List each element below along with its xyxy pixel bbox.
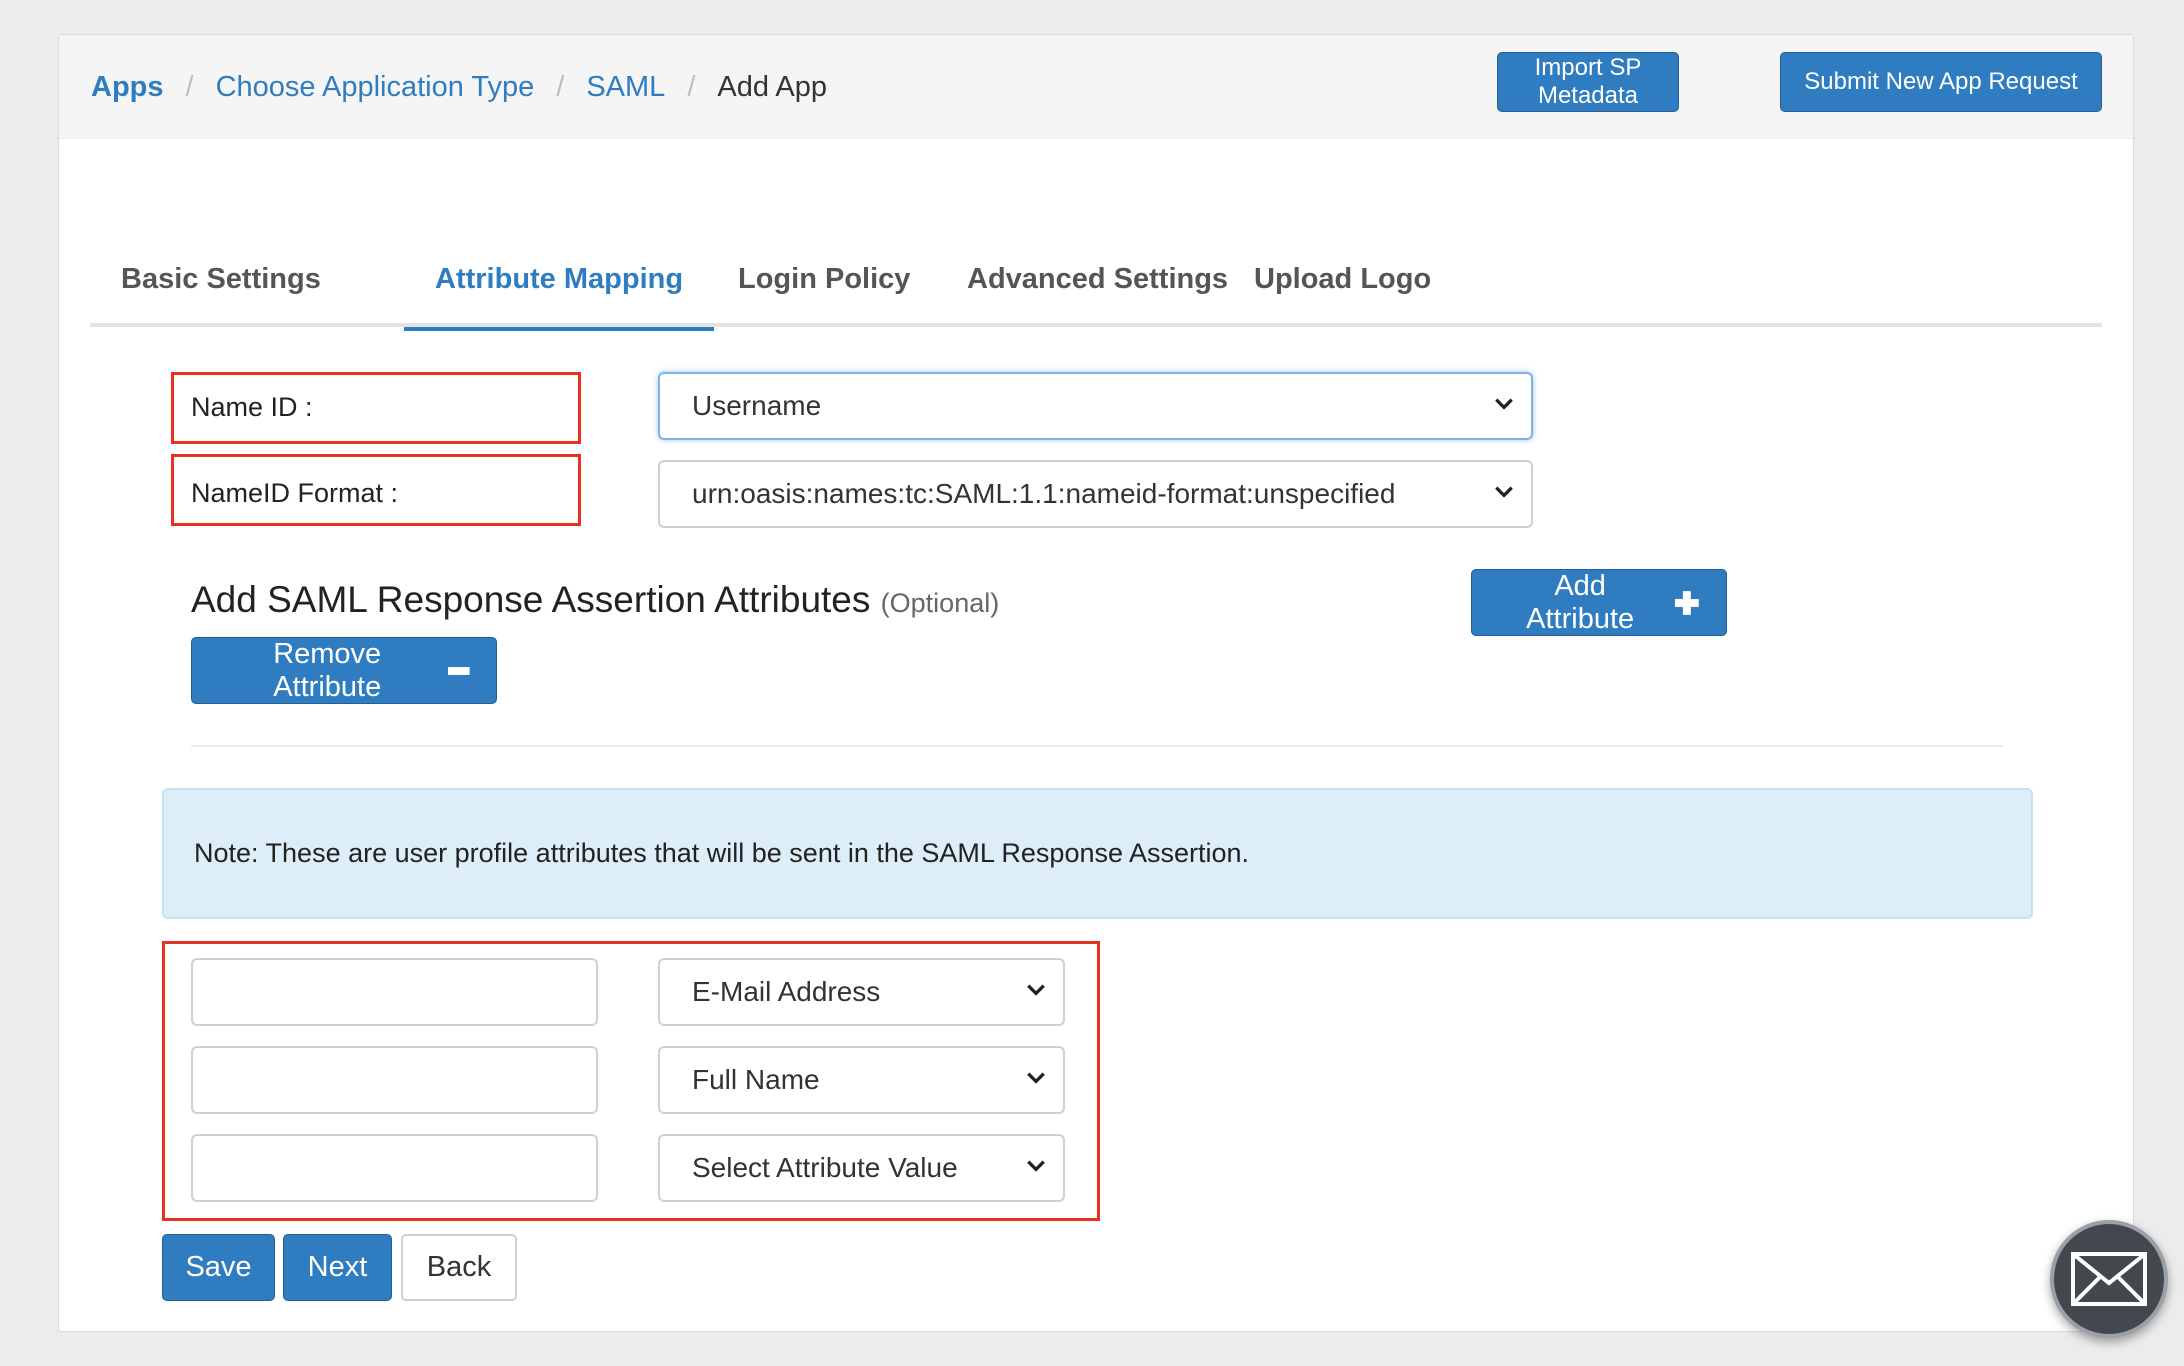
name-id-label: Name ID : — [191, 392, 313, 422]
name-id-select[interactable]: Username — [658, 372, 1533, 440]
nameid-format-select-value: urn:oasis:names:tc:SAML:1.1:nameid-forma… — [692, 478, 1396, 509]
tab-upload-logo[interactable]: Upload Logo — [1223, 263, 1462, 316]
envelope-icon — [2071, 1252, 2147, 1306]
attribute-name-input[interactable] — [191, 1134, 598, 1202]
breadcrumb-add-app: Add App — [717, 71, 828, 103]
chevron-down-icon — [1495, 486, 1513, 498]
add-attribute-label: Add Attribute — [1526, 569, 1635, 635]
add-attribute-button[interactable]: Add Attribute — [1471, 569, 1727, 636]
optional-label: (Optional) — [880, 588, 1000, 618]
tab-login-policy[interactable]: Login Policy — [707, 263, 941, 316]
remove-attribute-button[interactable]: Remove Attribute — [191, 637, 497, 704]
tab-attribute-mapping[interactable]: Attribute Mapping — [404, 263, 715, 331]
attribute-value-select[interactable]: Full Name — [658, 1046, 1065, 1114]
submit-new-app-request-button[interactable]: Submit New App Request — [1780, 52, 2102, 112]
attributes-section-title: Add SAML Response Assertion Attributes (… — [191, 579, 999, 621]
name-id-select-value: Username — [692, 390, 822, 421]
next-button[interactable]: Next — [283, 1234, 392, 1301]
breadcrumb: Apps / Choose Application Type / SAML / … — [91, 71, 827, 104]
import-sp-metadata-button[interactable]: Import SP Metadata — [1497, 52, 1679, 112]
nameid-format-select[interactable]: urn:oasis:names:tc:SAML:1.1:nameid-forma… — [658, 460, 1533, 528]
tab-advanced-settings[interactable]: Advanced Settings — [936, 263, 1259, 316]
attribute-name-input[interactable] — [191, 958, 598, 1026]
section-divider — [191, 745, 2003, 747]
tab-basic-settings[interactable]: Basic Settings — [90, 263, 352, 316]
minus-icon — [448, 666, 470, 675]
breadcrumb-separator: / — [185, 71, 194, 103]
attribute-value-select-text: Select Attribute Value — [692, 1152, 958, 1183]
tab-bar: Basic Settings Attribute Mapping Login P… — [90, 235, 2102, 331]
page-header: Apps / Choose Application Type / SAML / … — [59, 35, 2133, 139]
breadcrumb-choose-application-type[interactable]: Choose Application Type — [216, 71, 535, 104]
plus-icon — [1675, 590, 1700, 615]
chevron-down-icon — [1027, 984, 1045, 996]
chevron-down-icon — [1027, 1160, 1045, 1172]
attribute-value-select-text: Full Name — [692, 1064, 820, 1095]
chevron-down-icon — [1027, 1072, 1045, 1084]
attribute-value-select[interactable]: E-Mail Address — [658, 958, 1065, 1026]
attributes-section-title-text: Add SAML Response Assertion Attributes — [191, 579, 871, 620]
breadcrumb-saml[interactable]: SAML — [586, 71, 665, 104]
contact-chat-button[interactable] — [2050, 1220, 2168, 1338]
save-button[interactable]: Save — [162, 1234, 275, 1301]
main-card: Apps / Choose Application Type / SAML / … — [58, 34, 2134, 1332]
attribute-value-select-text: E-Mail Address — [692, 976, 881, 1007]
info-note: Note: These are user profile attributes … — [162, 788, 2033, 919]
breadcrumb-separator: / — [556, 71, 565, 103]
chevron-down-icon — [1495, 398, 1513, 410]
attribute-value-select[interactable]: Select Attribute Value — [658, 1134, 1065, 1202]
breadcrumb-separator: / — [687, 71, 696, 103]
breadcrumb-apps[interactable]: Apps — [91, 71, 164, 104]
back-button[interactable]: Back — [401, 1234, 517, 1301]
nameid-format-label: NameID Format : — [191, 478, 399, 508]
attribute-name-input[interactable] — [191, 1046, 598, 1114]
remove-attribute-label: Remove Attribute — [273, 637, 382, 703]
